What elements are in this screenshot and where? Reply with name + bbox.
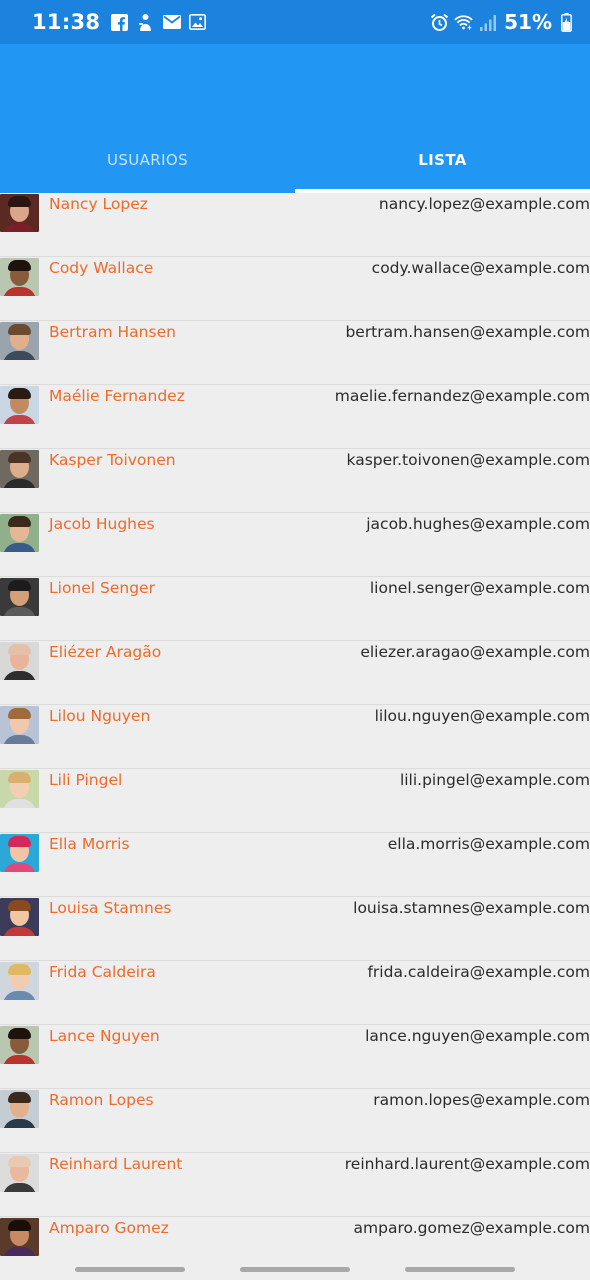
user-email: bertram.hansen@example.com xyxy=(345,323,590,341)
user-email: frida.caldeira@example.com xyxy=(367,963,590,981)
avatar xyxy=(0,1026,39,1064)
user-name: Reinhard Laurent xyxy=(49,1155,183,1173)
list-item[interactable]: Frida Caldeira frida.caldeira@example.com xyxy=(0,961,590,1025)
alarm-icon xyxy=(430,13,449,32)
user-name: Amparo Gomez xyxy=(49,1219,169,1237)
list-item[interactable]: Nancy Lopez nancy.lopez@example.com xyxy=(0,193,590,257)
avatar xyxy=(0,1154,39,1192)
user-name: Ramon Lopes xyxy=(49,1091,154,1109)
user-email: eliezer.aragao@example.com xyxy=(360,643,590,661)
avatar xyxy=(0,834,39,872)
user-name: Kasper Toivonen xyxy=(49,451,176,469)
home-button[interactable] xyxy=(240,1267,350,1272)
user-email: louisa.stamnes@example.com xyxy=(353,899,590,917)
list-item[interactable]: Louisa Stamnes louisa.stamnes@example.com xyxy=(0,897,590,961)
list-item[interactable]: Ramon Lopes ramon.lopes@example.com xyxy=(0,1089,590,1153)
avatar xyxy=(0,642,39,680)
status-bar: 11:38 51% xyxy=(0,0,590,44)
list-item[interactable]: Maélie Fernandez maelie.fernandez@example… xyxy=(0,385,590,449)
user-name: Lance Nguyen xyxy=(49,1027,160,1045)
user-name: Ella Morris xyxy=(49,835,130,853)
list-item[interactable]: Lance Nguyen lance.nguyen@example.com xyxy=(0,1025,590,1089)
user-email: nancy.lopez@example.com xyxy=(378,195,590,213)
avatar xyxy=(0,386,39,424)
back-button[interactable] xyxy=(405,1267,515,1272)
mail-icon xyxy=(162,13,181,32)
avatar xyxy=(0,962,39,1000)
avatar xyxy=(0,898,39,936)
app-bar: USUARIOS LISTA xyxy=(0,44,590,193)
avatar xyxy=(0,1218,39,1256)
avatar xyxy=(0,194,39,232)
user-name: Nancy Lopez xyxy=(49,195,148,213)
list-item[interactable]: Lili Pingel lili.pingel@example.com xyxy=(0,769,590,833)
list-item[interactable]: Lionel Senger lionel.senger@example.com xyxy=(0,577,590,641)
list-item[interactable]: Cody Wallace cody.wallace@example.com xyxy=(0,257,590,321)
recent-apps-button[interactable] xyxy=(75,1267,185,1272)
user-name: Maélie Fernandez xyxy=(49,387,185,405)
avatar xyxy=(0,450,39,488)
avatar xyxy=(0,514,39,552)
signal-icon xyxy=(478,13,497,32)
avatar xyxy=(0,1090,39,1128)
user-email: ramon.lopes@example.com xyxy=(373,1091,590,1109)
battery-percentage: 51% xyxy=(504,10,552,34)
list-item[interactable]: Lilou Nguyen lilou.nguyen@example.com xyxy=(0,705,590,769)
avatar xyxy=(0,770,39,808)
user-name: Lilou Nguyen xyxy=(49,707,151,725)
gallery-icon xyxy=(188,13,207,32)
avatar xyxy=(0,258,39,296)
user-name: Frida Caldeira xyxy=(49,963,156,981)
user-email: lili.pingel@example.com xyxy=(399,771,590,789)
user-email: cody.wallace@example.com xyxy=(371,259,590,277)
list-item[interactable]: Reinhard Laurent reinhard.laurent@example… xyxy=(0,1153,590,1217)
navigation-bar xyxy=(0,1258,590,1280)
status-time: 11:38 xyxy=(32,10,101,34)
tab-lista[interactable]: LISTA xyxy=(295,127,590,193)
list-item[interactable]: Jacob Hughes jacob.hughes@example.com xyxy=(0,513,590,577)
user-name: Cody Wallace xyxy=(49,259,154,277)
facebook-icon xyxy=(110,13,129,32)
list-item[interactable]: Eliézer Aragão eliezer.aragao@example.com xyxy=(0,641,590,705)
user-list[interactable]: Nancy Lopez nancy.lopez@example.com Cody W… xyxy=(0,193,590,1258)
user-name: Jacob Hughes xyxy=(49,515,155,533)
app-notification-icon xyxy=(136,13,155,32)
user-email: reinhard.laurent@example.com xyxy=(344,1155,590,1173)
list-item[interactable]: Amparo Gomez amparo.gomez@example.com xyxy=(0,1217,590,1258)
notification-icons xyxy=(110,13,207,32)
user-email: kasper.toivonen@example.com xyxy=(346,451,590,469)
user-email: ella.morris@example.com xyxy=(387,835,590,853)
user-email: jacob.hughes@example.com xyxy=(366,515,590,533)
user-email: lilou.nguyen@example.com xyxy=(374,707,590,725)
user-email: lance.nguyen@example.com xyxy=(365,1027,590,1045)
battery-charging-icon xyxy=(557,12,576,32)
user-name: Bertram Hansen xyxy=(49,323,176,341)
user-email: lionel.senger@example.com xyxy=(369,579,590,597)
user-name: Lili Pingel xyxy=(49,771,123,789)
avatar xyxy=(0,706,39,744)
list-item[interactable]: Kasper Toivonen kasper.toivonen@example.c… xyxy=(0,449,590,513)
list-item[interactable]: Ella Morris ella.morris@example.com xyxy=(0,833,590,897)
wifi-icon xyxy=(454,13,473,32)
list-item[interactable]: Bertram Hansen bertram.hansen@example.com xyxy=(0,321,590,385)
tab-bar: USUARIOS LISTA xyxy=(0,127,590,193)
avatar xyxy=(0,578,39,616)
user-name: Lionel Senger xyxy=(49,579,155,597)
user-email: amparo.gomez@example.com xyxy=(353,1219,590,1237)
avatar xyxy=(0,322,39,360)
user-name: Eliézer Aragão xyxy=(49,643,162,661)
system-icons: 51% xyxy=(430,10,576,34)
user-email: maelie.fernandez@example.com xyxy=(334,387,590,405)
user-name: Louisa Stamnes xyxy=(49,899,172,917)
tab-usuarios[interactable]: USUARIOS xyxy=(0,127,295,193)
